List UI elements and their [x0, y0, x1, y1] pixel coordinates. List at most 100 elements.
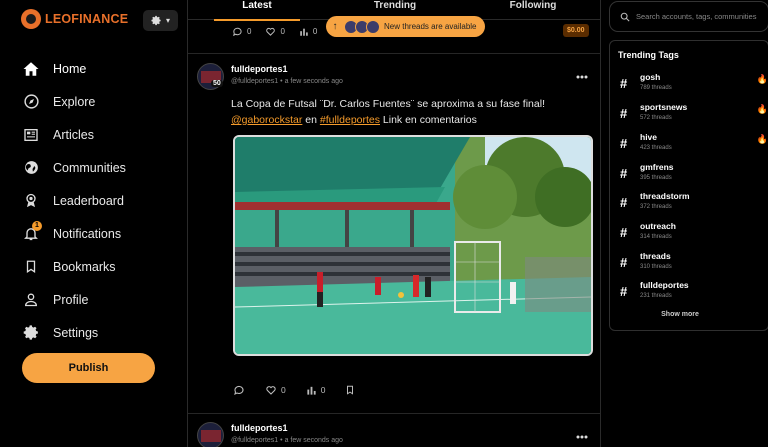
- nav-label: Notifications: [53, 226, 122, 241]
- search-input[interactable]: [636, 12, 766, 21]
- trending-tag-item[interactable]: # fulldeportes 231 threads: [620, 280, 765, 308]
- nav-label: Bookmarks: [53, 259, 116, 274]
- newspaper-icon: [21, 125, 41, 145]
- nav-item-settings[interactable]: Settings: [21, 316, 171, 349]
- post-actions: 0 0: [233, 384, 355, 396]
- trending-tag-item[interactable]: # threads 310 threads: [620, 251, 765, 279]
- show-more-link[interactable]: Show more: [610, 311, 750, 318]
- futsal-photo: [235, 137, 591, 354]
- tag-name: hive: [640, 132, 658, 142]
- search-icon: [620, 12, 630, 22]
- tab-latest[interactable]: Latest: [188, 0, 326, 19]
- trending-tag-item[interactable]: # outreach 314 threads: [620, 221, 765, 249]
- medal-icon: [21, 191, 41, 211]
- publish-button[interactable]: Publish: [22, 353, 155, 383]
- nav-label: Communities: [53, 160, 126, 175]
- tag-name: threads: [640, 251, 671, 261]
- views-stat: 0: [299, 27, 317, 37]
- right-sidebar: Trending Tags # gosh 789 threads 🔥 # spo…: [601, 0, 768, 447]
- fire-icon: 🔥: [756, 134, 768, 144]
- nav-label: Explore: [53, 94, 96, 109]
- more-options-button[interactable]: [576, 428, 588, 442]
- post-author-handle[interactable]: @fulldeportes1: [231, 78, 278, 85]
- feed-column: Latest Trending Following ↑ New threads …: [187, 0, 601, 447]
- trending-tag-item[interactable]: # threadstorm 372 threads: [620, 191, 765, 219]
- settings-dropdown-button[interactable]: ▾: [143, 10, 178, 31]
- trending-tag-item[interactable]: # gosh 789 threads 🔥: [620, 72, 768, 100]
- more-options-button[interactable]: [576, 68, 588, 82]
- post-meta: @fulldeportes1 • a few seconds ago: [231, 437, 343, 444]
- trending-tag-item[interactable]: # hive 423 threads 🔥: [620, 132, 768, 160]
- comment-icon: [233, 27, 242, 37]
- comment-icon: [234, 385, 244, 396]
- user-mention-link[interactable]: @gaborockstar: [231, 114, 302, 126]
- tag-name: fulldeportes: [640, 280, 689, 290]
- fire-icon: 🔥: [756, 104, 768, 114]
- tag-name: gmfrens: [640, 162, 674, 172]
- nav-item-notifications[interactable]: 1 Notifications: [21, 217, 171, 250]
- new-threads-banner[interactable]: ↑ New threads are available: [326, 16, 485, 37]
- nav-item-profile[interactable]: Profile: [21, 283, 171, 316]
- compass-icon: [21, 92, 41, 112]
- bookmark-button[interactable]: [345, 384, 355, 396]
- trending-tag-item[interactable]: # gmfrens 395 threads: [620, 162, 765, 190]
- brand-logo[interactable]: LEOFINANCE: [21, 9, 128, 29]
- hash-icon: #: [620, 195, 628, 210]
- comment-button[interactable]: 0: [232, 26, 251, 37]
- post-divider: [188, 413, 600, 414]
- active-tab-indicator: [214, 19, 300, 21]
- hash-icon: #: [620, 106, 628, 121]
- post-author-handle[interactable]: @fulldeportes1: [231, 437, 278, 444]
- bell-icon: 1: [21, 220, 42, 244]
- avatar: [366, 19, 380, 34]
- globe-icon: [21, 158, 41, 178]
- trending-title: Trending Tags: [618, 50, 679, 60]
- new-threads-label: New threads are available: [384, 22, 477, 31]
- bookmark-icon: [21, 257, 41, 277]
- nav-item-leaderboard[interactable]: Leaderboard: [21, 184, 171, 217]
- nav-label: Home: [53, 61, 87, 76]
- left-sidebar: LEOFINANCE ▾ Home Explore Articles Commu…: [0, 0, 187, 447]
- post-author-name[interactable]: fulldeportes1: [231, 423, 288, 433]
- previous-post-actions: 0 0 0: [232, 26, 317, 37]
- post-image-futsal-court[interactable]: [233, 135, 593, 356]
- like-count: 0: [281, 385, 286, 395]
- brand-name: LEOFINANCE: [45, 12, 129, 26]
- gear-icon: [21, 323, 41, 343]
- comment-button[interactable]: [233, 384, 245, 396]
- tag-name: threadstorm: [640, 191, 690, 201]
- nav-item-explore[interactable]: Explore: [21, 85, 171, 118]
- tag-name: gosh: [640, 72, 661, 82]
- tag-name: outreach: [640, 221, 676, 231]
- notification-count-badge: 1: [32, 220, 42, 231]
- nav-item-home[interactable]: Home: [21, 52, 171, 85]
- arrow-up-icon: ↑: [332, 21, 338, 32]
- tag-thread-count: 372 threads: [640, 204, 672, 210]
- tag-name: sportsnews: [640, 102, 688, 112]
- nav-item-articles[interactable]: Articles: [21, 118, 171, 151]
- post-body: La Copa de Futsal ¨Dr. Carlos Fuentes¨ s…: [231, 96, 591, 128]
- chevron-down-icon: ▾: [165, 16, 170, 25]
- hashtag-link[interactable]: #fulldeportes: [320, 114, 380, 126]
- nav-label: Profile: [53, 292, 89, 307]
- like-button[interactable]: 0: [265, 384, 286, 396]
- post-author-name[interactable]: fulldeportes1: [231, 64, 288, 74]
- like-button[interactable]: 0: [265, 26, 285, 37]
- tag-thread-count: 310 threads: [640, 264, 672, 270]
- trending-tags-panel: Trending Tags # gosh 789 threads 🔥 # spo…: [609, 40, 768, 331]
- hash-icon: #: [620, 136, 628, 151]
- trending-tag-item[interactable]: # sportsnews 572 threads 🔥: [620, 102, 768, 130]
- payout-amount[interactable]: $0.00: [563, 24, 589, 37]
- nav-label: Settings: [53, 325, 99, 340]
- bar-chart-icon: [300, 28, 308, 36]
- tab-following[interactable]: Following: [464, 0, 600, 19]
- search-box[interactable]: [609, 1, 768, 32]
- hash-icon: #: [620, 76, 628, 91]
- nav-item-bookmarks[interactable]: Bookmarks: [21, 250, 171, 283]
- nav-item-communities[interactable]: Communities: [21, 151, 171, 184]
- hash-icon: #: [620, 225, 628, 240]
- author-avatar[interactable]: [197, 422, 224, 447]
- heart-icon: [266, 27, 276, 36]
- home-icon: [21, 59, 41, 79]
- post-timestamp: a few seconds ago: [284, 78, 343, 85]
